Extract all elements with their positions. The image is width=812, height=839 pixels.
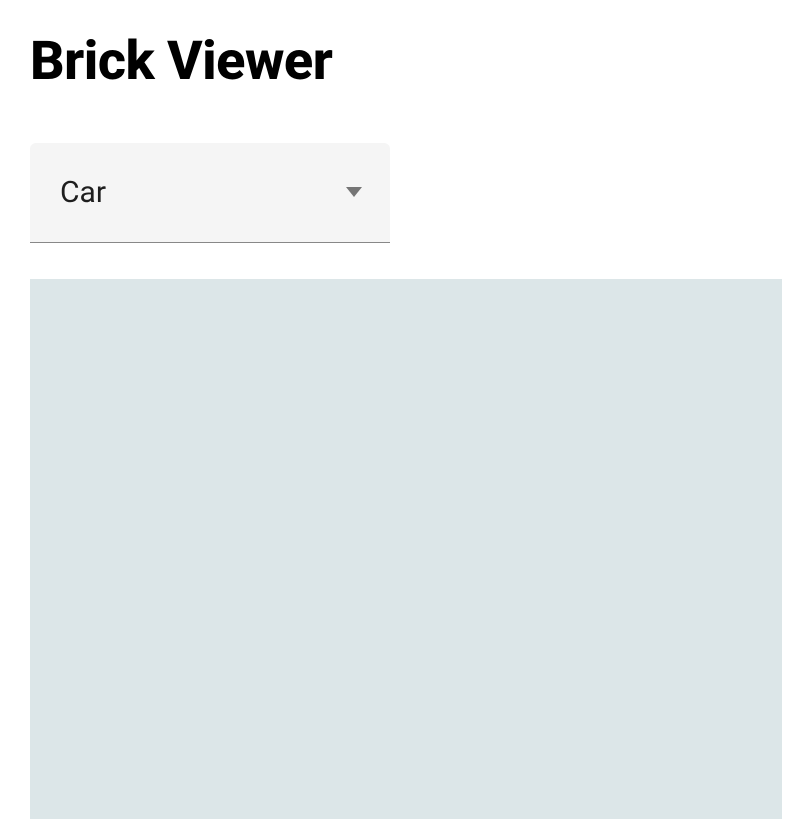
page-title: Brick Viewer — [30, 30, 782, 95]
viewer-canvas[interactable] — [30, 279, 782, 819]
chevron-down-icon — [346, 187, 362, 197]
dropdown-selected-label: Car — [60, 175, 106, 210]
model-select-dropdown[interactable]: Car — [30, 143, 390, 243]
